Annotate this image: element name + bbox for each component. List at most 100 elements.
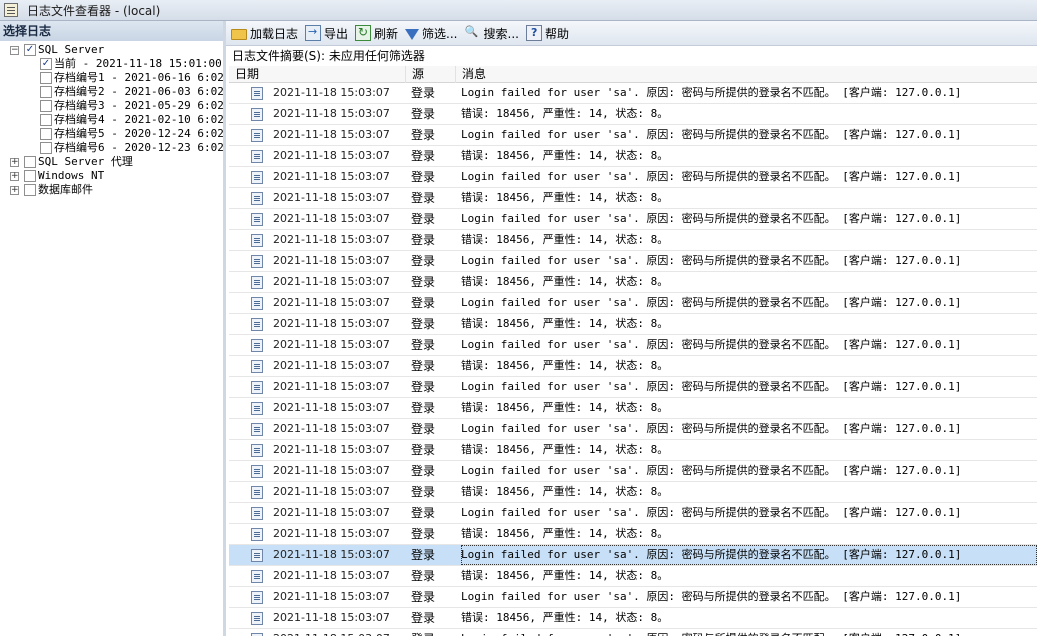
log-entry-icon xyxy=(251,381,263,394)
tree-item-label: 当前 - 2021-11-18 15:01:00 xyxy=(54,57,222,70)
row-message: Login failed for user 'sa'. 原因: 密码与所提供的登… xyxy=(461,506,962,519)
tree-item[interactable]: + SQL Server 代理 xyxy=(10,155,133,169)
filter-funnel-icon xyxy=(405,28,420,40)
tree-item-label: 存档编号4 - 2021-02-10 6:02: xyxy=(54,113,226,126)
tree-item[interactable]: − ✓ SQL Server xyxy=(10,43,104,57)
row-date: 2021-11-18 15:03:07 xyxy=(273,86,390,99)
log-entry-icon xyxy=(251,423,263,436)
tree-item-checkbox[interactable] xyxy=(40,86,52,98)
tree-item[interactable]: ✓ 当前 - 2021-11-18 15:01:00 xyxy=(40,57,222,71)
tree-item[interactable]: 存档编号4 - 2021-02-10 6:02: xyxy=(40,113,226,127)
log-entry-icon xyxy=(251,276,263,289)
tree-item-label: 存档编号6 - 2020-12-23 6:02: xyxy=(54,141,226,154)
row-message: Login failed for user 'sa'. 原因: 密码与所提供的登… xyxy=(461,338,962,351)
table-row[interactable]: 2021-11-18 15:03:07 登录 Login failed for us… xyxy=(229,377,1037,398)
help-button[interactable]: 帮助 xyxy=(525,25,569,42)
column-header-row: 日期 源 消息 xyxy=(229,66,1037,83)
row-message: 错误: 18456, 严重性: 14, 状态: 8。 xyxy=(461,527,669,540)
expand-icon[interactable]: + xyxy=(10,157,19,167)
tree-item[interactable]: 存档编号2 - 2021-06-03 6:02: xyxy=(40,85,223,99)
tree-item[interactable]: + 数据库邮件 xyxy=(10,183,93,197)
tree-item[interactable]: 存档编号3 - 2021-05-29 6:02: xyxy=(40,99,223,113)
table-row[interactable]: 2021-11-18 15:03:07 登录 Login failed for us… xyxy=(229,503,1037,524)
row-date: 2021-11-18 15:03:07 xyxy=(273,254,390,267)
table-row[interactable]: 2021-11-18 15:03:07 登录 Login failed for us… xyxy=(229,629,1037,636)
row-source: 登录 xyxy=(411,485,436,499)
tree-item-checkbox[interactable] xyxy=(24,170,36,182)
table-row[interactable]: 2021-11-18 15:03:07 登录 Login failed for us… xyxy=(229,461,1037,482)
row-message: 错误: 18456, 严重性: 14, 状态: 8。 xyxy=(461,611,669,624)
row-date: 2021-11-18 15:03:07 xyxy=(273,569,390,582)
filter-button[interactable]: 筛选... xyxy=(405,25,458,42)
tree-item-checkbox[interactable] xyxy=(40,142,52,154)
search-button[interactable]: 搜索... xyxy=(465,25,519,42)
row-date: 2021-11-18 15:03:07 xyxy=(273,548,390,561)
table-row[interactable]: 2021-11-18 15:03:07 登录 错误: 18456, 严重性: 14,… xyxy=(229,566,1037,587)
log-file-summary: 日志文件摘要(S): 未应用任何筛选器 xyxy=(232,49,425,63)
load-log-button[interactable]: 加载日志 xyxy=(231,25,298,42)
row-date: 2021-11-18 15:03:07 xyxy=(273,380,390,393)
row-message: Login failed for user 'sa'. 原因: 密码与所提供的登… xyxy=(461,629,1037,636)
table-row[interactable]: 2021-11-18 15:03:07 登录 Login failed for us… xyxy=(229,335,1037,356)
table-row[interactable]: 2021-11-18 15:03:07 登录 错误: 18456, 严重性: 14,… xyxy=(229,440,1037,461)
table-row[interactable]: 2021-11-18 15:03:07 登录 错误: 18456, 严重性: 14,… xyxy=(229,188,1037,209)
table-row[interactable]: 2021-11-18 15:03:07 登录 Login failed for us… xyxy=(229,419,1037,440)
row-source: 登录 xyxy=(411,233,436,247)
tree-item-checkbox[interactable] xyxy=(40,72,52,84)
tree-item-checkbox[interactable] xyxy=(24,184,36,196)
load-log-label: 加载日志 xyxy=(250,26,299,41)
tree-item[interactable]: + Windows NT xyxy=(10,169,104,183)
column-header-message[interactable]: 消息 xyxy=(456,66,1037,83)
collapse-icon[interactable]: − xyxy=(10,45,19,55)
tree-item-checkbox[interactable] xyxy=(40,128,52,140)
table-row[interactable]: 2021-11-18 15:03:07 登录 Login failed for us… xyxy=(229,125,1037,146)
table-row[interactable]: 2021-11-18 15:03:07 登录 Login failed for us… xyxy=(229,167,1037,188)
tree-item[interactable]: 存档编号5 - 2020-12-24 6:02: xyxy=(40,127,223,141)
table-row[interactable]: 2021-11-18 15:03:07 登录 错误: 18456, 严重性: 14,… xyxy=(229,104,1037,125)
export-button[interactable]: 导出 xyxy=(305,25,348,42)
expand-icon[interactable]: + xyxy=(10,185,19,195)
table-row[interactable]: 2021-11-18 15:03:07 登录 Login failed for us… xyxy=(229,83,1037,104)
table-row[interactable]: 2021-11-18 15:03:07 登录 Login failed for us… xyxy=(229,545,1037,566)
table-row[interactable]: 2021-11-18 15:03:07 登录 错误: 18456, 严重性: 14,… xyxy=(229,272,1037,293)
tree-item-checkbox[interactable] xyxy=(40,100,52,112)
row-date: 2021-11-18 15:03:07 xyxy=(273,338,390,351)
table-row[interactable]: 2021-11-18 15:03:07 登录 错误: 18456, 严重性: 14,… xyxy=(229,608,1037,629)
table-row[interactable]: 2021-11-18 15:03:07 登录 Login failed for us… xyxy=(229,587,1037,608)
table-row[interactable]: 2021-11-18 15:03:07 登录 错误: 18456, 严重性: 14,… xyxy=(229,230,1037,251)
table-row[interactable]: 2021-11-18 15:03:07 登录 错误: 18456, 严重性: 14,… xyxy=(229,356,1037,377)
row-date: 2021-11-18 15:03:07 xyxy=(273,629,403,636)
row-message: 错误: 18456, 严重性: 14, 状态: 8。 xyxy=(461,401,669,414)
row-message: Login failed for user 'sa'. 原因: 密码与所提供的登… xyxy=(461,86,962,99)
table-row[interactable]: 2021-11-18 15:03:07 登录 Login failed for us… xyxy=(229,251,1037,272)
title-bar: 日志文件查看器 - (local) xyxy=(0,0,1037,21)
table-row[interactable]: 2021-11-18 15:03:07 登录 Login failed for us… xyxy=(229,209,1037,230)
tree-item-label: SQL Server xyxy=(38,43,105,56)
log-entry-icon xyxy=(251,108,263,121)
refresh-button[interactable]: 刷新 xyxy=(355,25,398,42)
row-source: 登录 xyxy=(411,170,436,184)
log-entry-icon xyxy=(251,192,263,205)
table-row[interactable]: 2021-11-18 15:03:07 登录 错误: 18456, 严重性: 14,… xyxy=(229,398,1037,419)
column-header-date[interactable]: 日期 xyxy=(229,66,406,83)
tree-item-checkbox[interactable]: ✓ xyxy=(24,44,36,56)
table-row[interactable]: 2021-11-18 15:03:07 登录 错误: 18456, 严重性: 14,… xyxy=(229,314,1037,335)
row-date: 2021-11-18 15:03:07 xyxy=(273,212,390,225)
tree-item-checkbox[interactable] xyxy=(40,114,52,126)
tree-item-label: 存档编号1 - 2021-06-16 6:02: xyxy=(54,71,226,84)
log-entry-icon xyxy=(251,486,263,499)
table-row[interactable]: 2021-11-18 15:03:07 登录 错误: 18456, 严重性: 14,… xyxy=(229,524,1037,545)
tree-item[interactable]: 存档编号6 - 2020-12-23 6:02: xyxy=(40,141,226,155)
table-row[interactable]: 2021-11-18 15:03:07 登录 错误: 18456, 严重性: 14,… xyxy=(229,146,1037,167)
tree-item-checkbox[interactable] xyxy=(24,156,36,168)
tree-item-checkbox[interactable]: ✓ xyxy=(40,58,52,70)
row-source: 登录 xyxy=(411,380,436,394)
row-date: 2021-11-18 15:03:07 xyxy=(273,422,390,435)
log-entry-icon xyxy=(251,234,263,247)
row-date: 2021-11-18 15:03:07 xyxy=(273,464,390,477)
column-header-source[interactable]: 源 xyxy=(406,66,456,83)
table-row[interactable]: 2021-11-18 15:03:07 登录 错误: 18456, 严重性: 14,… xyxy=(229,482,1037,503)
expand-icon[interactable]: + xyxy=(10,171,19,181)
table-row[interactable]: 2021-11-18 15:03:07 登录 Login failed for us… xyxy=(229,293,1037,314)
tree-item[interactable]: 存档编号1 - 2021-06-16 6:02: xyxy=(40,71,226,85)
